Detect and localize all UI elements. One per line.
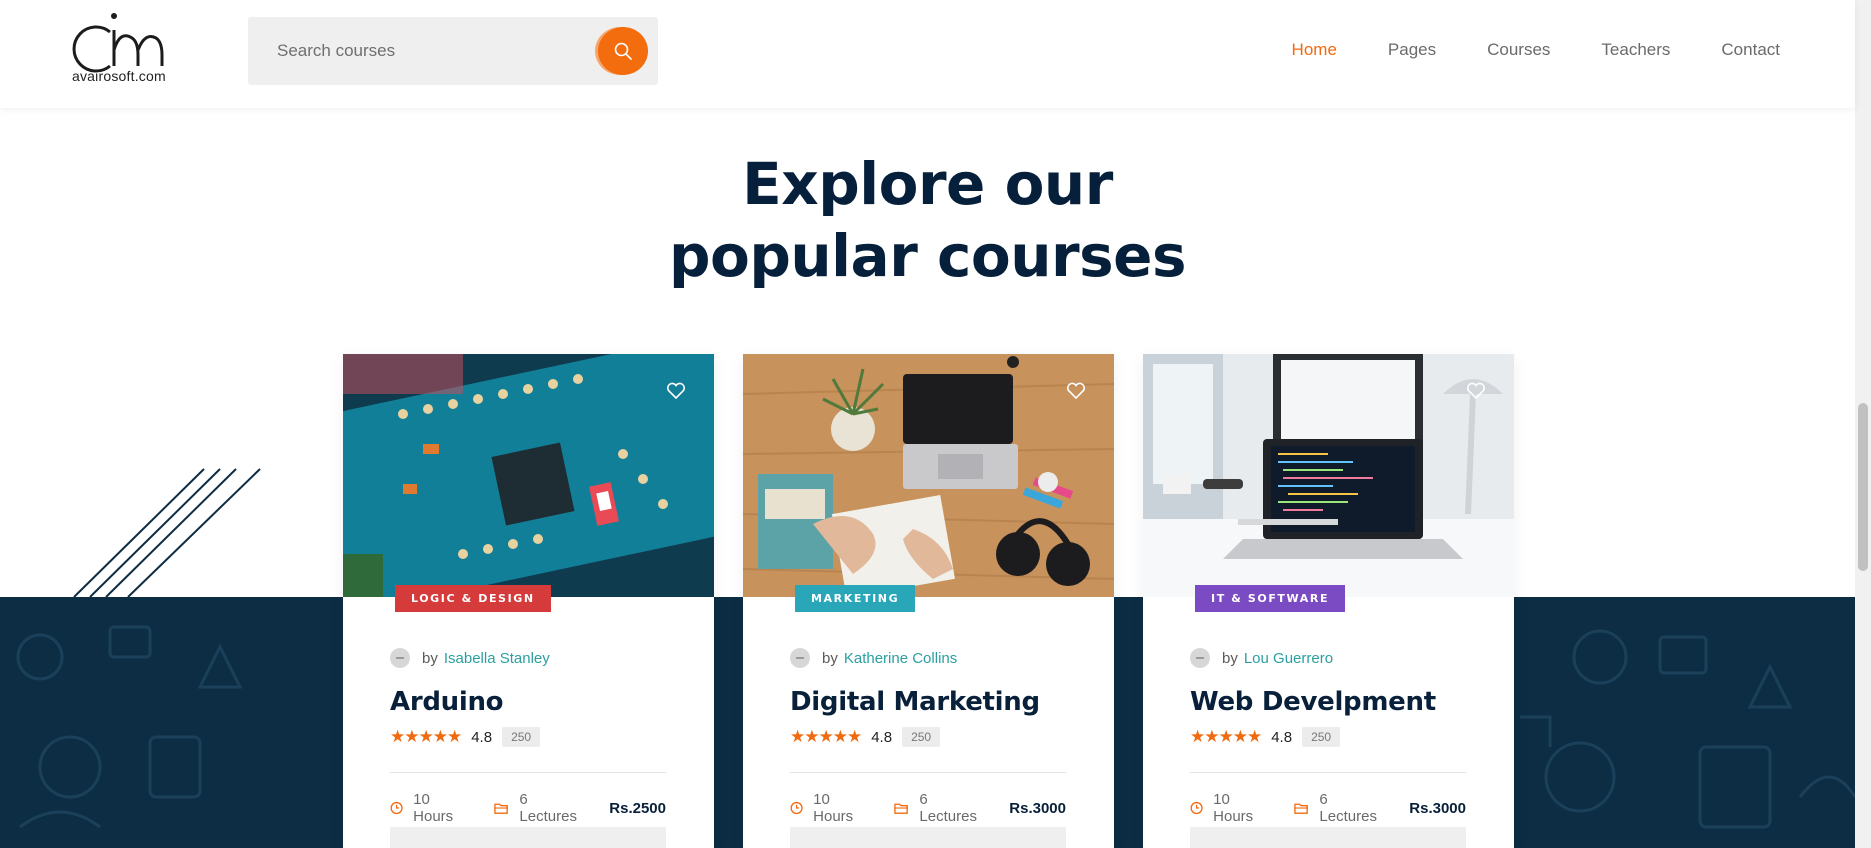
course-rating: ★★★★★ 4.8 250 [790,727,941,747]
nav-courses[interactable]: Courses [1487,40,1550,60]
author-by-label: by [422,649,438,667]
category-badge[interactable]: MARKETING [795,585,916,612]
course-hours: 10 Hours [813,791,854,825]
course-price: Rs.2500 [609,799,666,817]
author-by-label: by [1222,649,1238,667]
main-nav: Home Pages Courses Teachers Contact [1241,40,1780,60]
course-image[interactable] [343,354,714,597]
course-title[interactable]: Arduino [390,687,504,717]
scrollbar-thumb[interactable] [1858,403,1868,571]
search-icon [614,42,632,60]
divider [390,772,666,773]
category-badge[interactable]: IT & SOFTWARE [1195,585,1346,612]
course-lectures: 6 Lectures [1319,791,1377,825]
star-rating-icon: ★★★★★ [390,727,462,746]
nav-contact[interactable]: Contact [1721,40,1780,60]
clock-icon [790,801,803,815]
nav-pages[interactable]: Pages [1388,40,1436,60]
course-author: by Katherine Collins [790,648,957,668]
course-rating: ★★★★★ 4.8 250 [390,727,541,747]
nav-home[interactable]: Home [1292,40,1337,60]
avatar [790,648,810,668]
section-title: Explore our popular courses [0,148,1855,292]
search-input[interactable] [248,17,588,85]
folder-icon [894,803,909,814]
logo-text: avairosoft.com [72,68,166,84]
course-card[interactable]: MARKETING by Katherine Collins Digital M… [743,354,1114,848]
course-card[interactable]: IT & SOFTWARE by Lou Guerrero Web Develp… [1143,354,1514,848]
course-lectures: 6 Lectures [919,791,977,825]
author-name-link[interactable]: Lou Guerrero [1244,650,1333,667]
search-box [248,17,658,85]
course-title[interactable]: Digital Marketing [790,687,1040,717]
nav-teachers[interactable]: Teachers [1601,40,1670,60]
rating-value: 4.8 [471,728,493,746]
divider [1190,772,1466,773]
course-meta: 10 Hours 6 Lectures Rs.2500 [390,791,666,825]
avatar [390,648,410,668]
rating-value: 4.8 [1271,728,1293,746]
course-meta: 10 Hours 6 Lectures Rs.3000 [1190,791,1466,825]
search-button[interactable] [598,27,648,75]
author-name-link[interactable]: Katherine Collins [844,650,957,667]
favorite-heart-icon[interactable] [1466,382,1486,400]
category-badge[interactable]: LOGIC & DESIGN [395,585,551,612]
enroll-button[interactable] [390,827,666,848]
divider [790,772,1066,773]
course-author: by Lou Guerrero [1190,648,1333,668]
course-price: Rs.3000 [1409,799,1466,817]
course-price: Rs.3000 [1009,799,1066,817]
clock-icon [390,801,403,815]
course-title[interactable]: Web Develpment [1190,687,1436,717]
review-count: 250 [1302,727,1341,747]
enroll-button[interactable] [790,827,1066,848]
site-header: avairosoft.com Home Pages Courses Teache… [0,0,1855,108]
course-lectures: 6 Lectures [519,791,577,825]
favorite-heart-icon[interactable] [1066,382,1086,400]
author-name-link[interactable]: Isabella Stanley [444,650,550,667]
section-title-line1: Explore our [742,150,1113,218]
course-image[interactable] [1143,354,1514,597]
enroll-button[interactable] [1190,827,1466,848]
review-count: 250 [902,727,941,747]
section-title-line2: popular courses [669,222,1187,290]
course-author: by Isabella Stanley [390,648,550,668]
page-scrollbar[interactable] [1855,0,1871,848]
diagonal-lines-decoration [73,468,261,598]
course-meta: 10 Hours 6 Lectures Rs.3000 [790,791,1066,825]
folder-icon [1294,803,1309,814]
star-rating-icon: ★★★★★ [790,727,862,746]
folder-icon [494,803,509,814]
course-rating: ★★★★★ 4.8 250 [1190,727,1341,747]
avatar [1190,648,1210,668]
favorite-heart-icon[interactable] [666,382,686,400]
star-rating-icon: ★★★★★ [1190,727,1262,746]
course-hours: 10 Hours [1213,791,1254,825]
course-hours: 10 Hours [413,791,454,825]
course-image[interactable] [743,354,1114,597]
course-card[interactable]: LOGIC & DESIGN by Isabella Stanley Ardui… [343,354,714,848]
rating-value: 4.8 [871,728,893,746]
clock-icon [1190,801,1203,815]
author-by-label: by [822,649,838,667]
review-count: 250 [502,727,541,747]
